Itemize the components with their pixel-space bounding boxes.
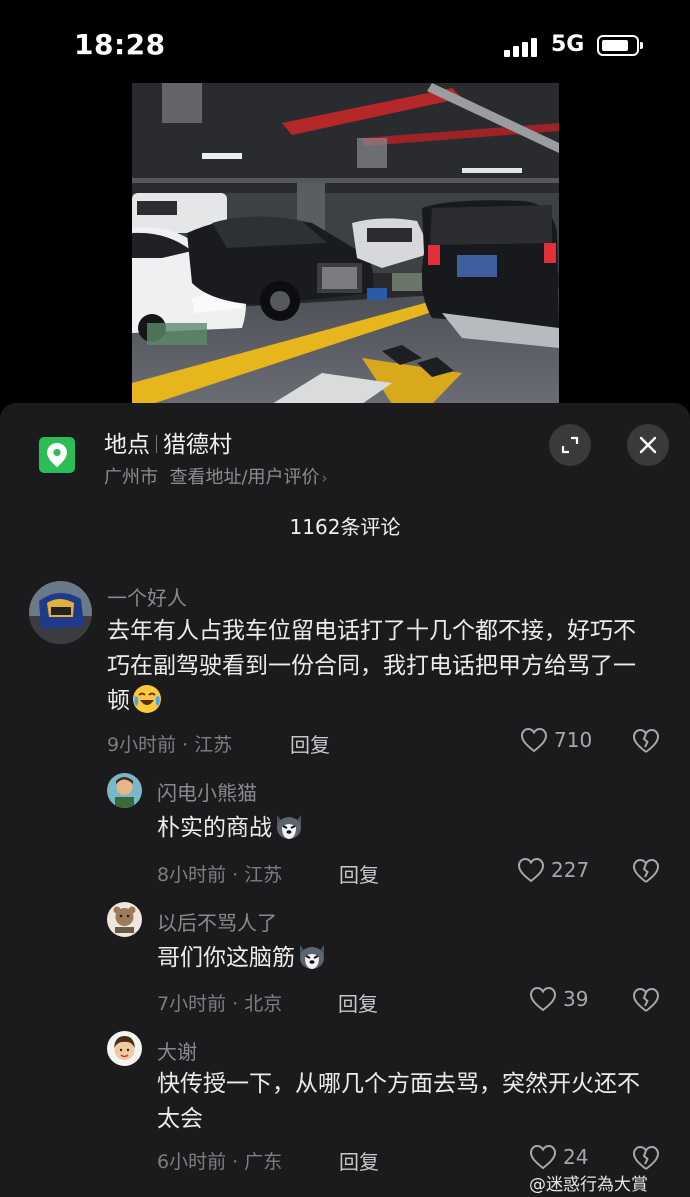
- heart-icon: [529, 986, 557, 1012]
- avatar[interactable]: [107, 902, 142, 937]
- comment-text: 哥们你这脑筋: [157, 941, 637, 976]
- broken-heart-icon: [632, 858, 660, 883]
- dislike-button[interactable]: [632, 987, 660, 1017]
- comment-text: 朴实的商战: [157, 811, 637, 846]
- location-title[interactable]: 地点 猎德村: [104, 425, 232, 459]
- like-button[interactable]: 227: [517, 857, 597, 887]
- comment-author[interactable]: 一个好人: [107, 582, 187, 611]
- broken-heart-icon: [632, 728, 660, 753]
- expand-button[interactable]: [549, 424, 591, 466]
- reply-item: 大谢 快传授一下，从哪几个方面去骂，突然开火还不太会 6小时前 · 广东 回复 …: [0, 1030, 690, 1180]
- close-button[interactable]: [627, 424, 669, 466]
- watermark: @迷惑行為大賞: [529, 1175, 648, 1195]
- reply-item: 以后不骂人了 哥们你这脑筋 7小时前 · 北京 回复 39: [0, 901, 690, 1016]
- reply-button[interactable]: 回复: [338, 988, 378, 1017]
- comment-item: 一个好人 去年有人占我车位留电话打了十几个都不接，好巧不巧在副驾驶看到一份合同，…: [0, 578, 690, 758]
- location-pin-icon[interactable]: [39, 437, 75, 473]
- broken-heart-icon: [632, 987, 660, 1012]
- comment-meta: 7小时前 · 北京: [157, 993, 283, 1015]
- like-count: 710: [554, 728, 593, 752]
- comment-meta: 6小时前 · 广东: [157, 1151, 283, 1173]
- like-button[interactable]: 39: [529, 986, 599, 1016]
- like-count: 24: [563, 1145, 589, 1169]
- location-city: 广州市: [104, 467, 158, 488]
- like-button[interactable]: 710: [520, 727, 595, 757]
- comment-text: 快传授一下，从哪几个方面去骂，突然开火还不太会: [157, 1071, 640, 1132]
- post-photo[interactable]: [132, 83, 559, 404]
- crying-laughing-emoji-icon: [133, 685, 161, 713]
- comment-meta: 8小时前 · 江苏: [157, 864, 283, 886]
- close-icon: [639, 436, 657, 454]
- like-count: 39: [563, 987, 589, 1011]
- husky-emoji-icon: [277, 815, 301, 839]
- comment-author[interactable]: 闪电小熊猫: [157, 777, 257, 806]
- location-detail-link[interactable]: 查看地址/用户评价: [169, 467, 319, 488]
- comments-sheet: 地点猎德村 广州市 查看地址/用户评价› 1162条评论 一个好人 去年有人: [0, 403, 690, 1197]
- reply-button[interactable]: 回复: [339, 859, 379, 888]
- heart-icon: [517, 857, 545, 883]
- avatar[interactable]: [107, 1031, 142, 1066]
- husky-emoji-icon: [300, 945, 324, 969]
- reply-item: 闪电小熊猫 朴实的商战 8小时前 · 江苏 回复 227: [0, 771, 690, 888]
- broken-heart-icon: [632, 1145, 660, 1170]
- heart-icon: [520, 727, 548, 753]
- comment-text: 去年有人占我车位留电话打了十几个都不接，好巧不巧在副驾驶看到一份合同，我打电话把…: [107, 618, 636, 714]
- avatar[interactable]: [107, 773, 142, 808]
- heart-icon: [529, 1144, 557, 1170]
- battery-icon: [597, 35, 643, 56]
- avatar[interactable]: [29, 581, 92, 644]
- status-bar: 18:28 5G: [0, 0, 690, 84]
- reply-button[interactable]: 回复: [290, 729, 330, 758]
- expand-icon: [561, 436, 579, 454]
- comment-author[interactable]: 大谢: [157, 1036, 197, 1065]
- status-time: 18:28: [74, 28, 166, 61]
- network-type: 5G: [551, 32, 585, 57]
- location-label: 地点: [104, 432, 150, 458]
- chevron-right-icon: ›: [321, 469, 328, 487]
- signal-icon: [504, 37, 544, 57]
- reply-button[interactable]: 回复: [339, 1146, 379, 1175]
- dislike-button[interactable]: [632, 728, 660, 758]
- comment-author[interactable]: 以后不骂人了: [157, 907, 277, 936]
- like-count: 227: [551, 858, 590, 882]
- comment-count: 1162条评论: [289, 515, 401, 539]
- dislike-button[interactable]: [632, 858, 660, 888]
- location-place: 猎德村: [163, 432, 232, 458]
- divider: [156, 435, 157, 453]
- comment-meta: 9小时前 · 江苏: [107, 734, 233, 756]
- location-subtitle[interactable]: 广州市 查看地址/用户评价 ›: [104, 463, 328, 489]
